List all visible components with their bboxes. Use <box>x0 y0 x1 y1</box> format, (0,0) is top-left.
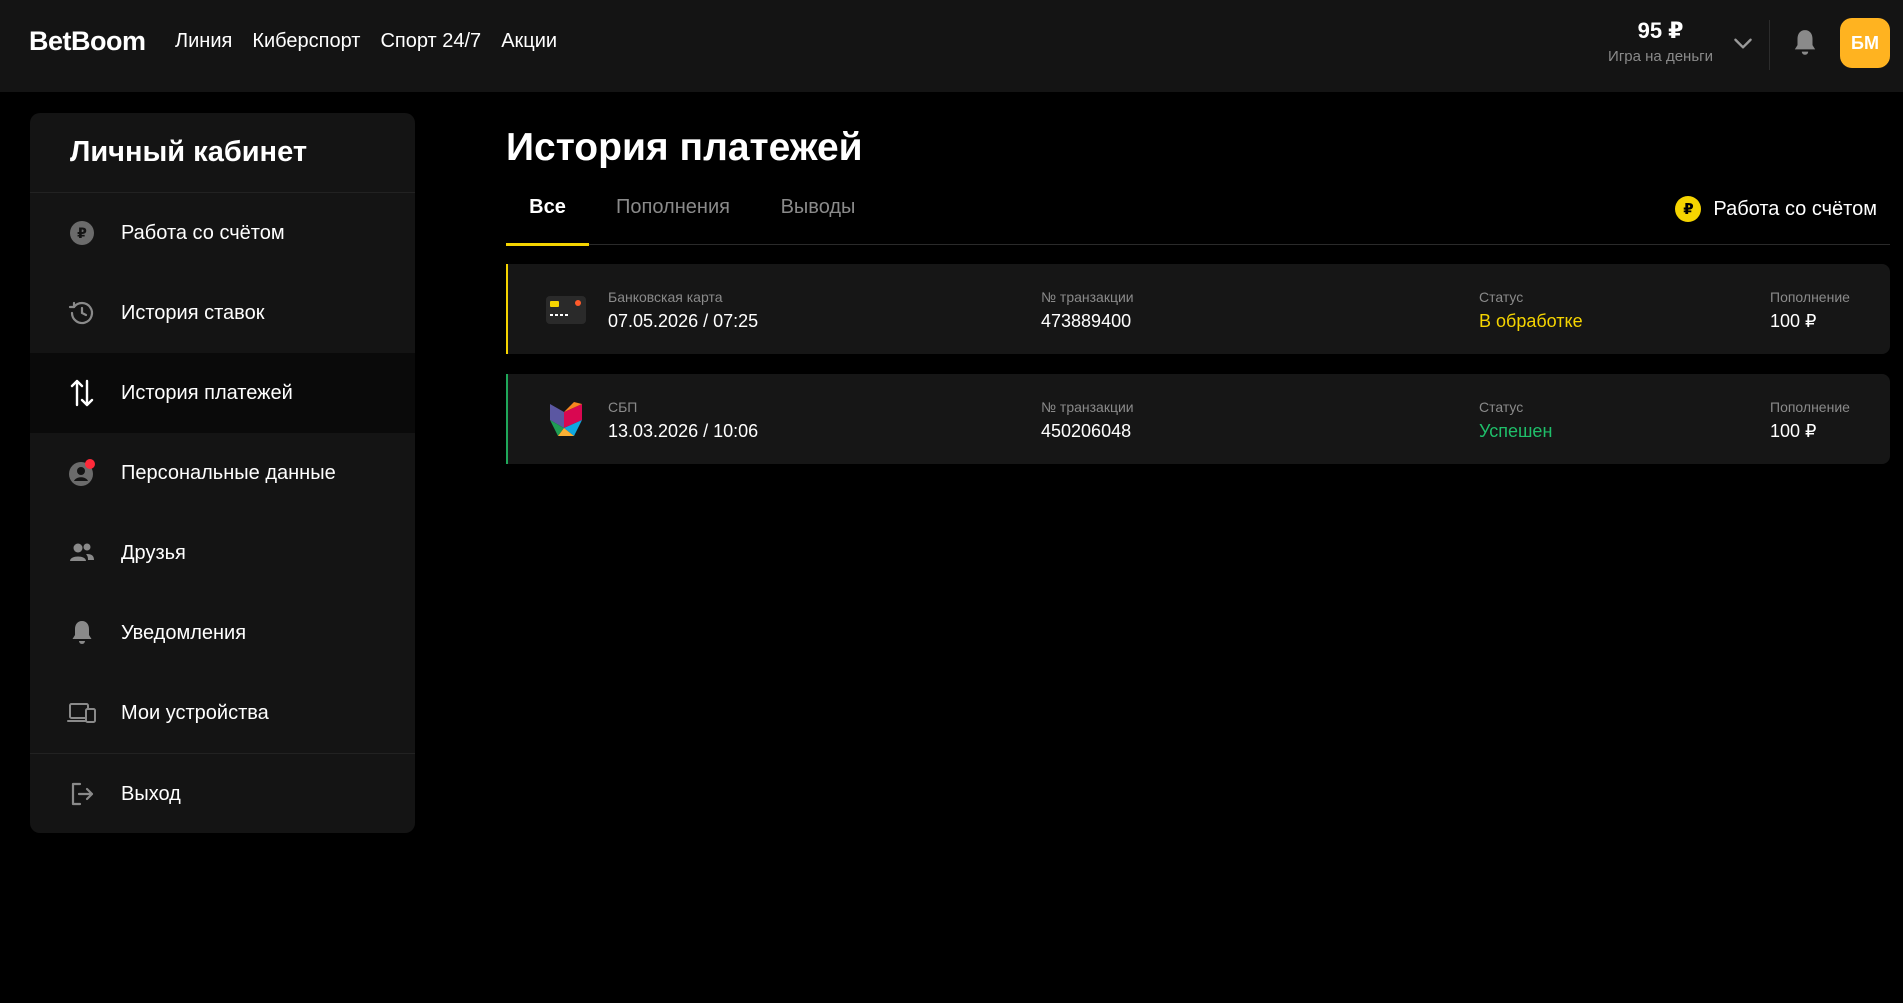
logout-icon <box>66 778 98 810</box>
transaction-row[interactable]: СБП 13.03.2026 / 10:06 № транзакции 4502… <box>506 374 1890 464</box>
sidebar-item-label: История ставок <box>121 301 265 324</box>
account-link-label: Работа со счётом <box>1713 197 1877 220</box>
tx-amount: 100 ₽ <box>1770 421 1817 441</box>
tx-status: Успешен <box>1479 421 1553 441</box>
sidebar-item-personal-data[interactable]: Персональные данные <box>30 433 415 513</box>
nav-esports[interactable]: Киберспорт <box>252 30 360 53</box>
tx-status-col: Статус В обработке <box>1479 289 1583 332</box>
notification-bell-icon[interactable] <box>1792 28 1818 58</box>
ruble-coin-icon: ₽ <box>1675 196 1702 222</box>
sidebar-item-label: Работа со счётом <box>121 221 285 244</box>
tx-number: 450206048 <box>1041 421 1132 441</box>
sidebar-item-label: История платежей <box>121 381 293 404</box>
tx-amount: 100 ₽ <box>1770 311 1817 331</box>
sidebar-item-friends[interactable]: Друзья <box>30 513 415 593</box>
sidebar-item-label: Выход <box>121 782 181 805</box>
sidebar-item-label: Мои устройства <box>121 701 269 724</box>
tx-number-label: № транзакции <box>1041 289 1134 305</box>
account-management-link[interactable]: ₽ Работа со счётом <box>1675 196 1877 222</box>
ruble-coin-icon: ₽ <box>66 217 98 249</box>
balance-amount: 95 ₽ <box>1637 18 1684 43</box>
tx-method: СБП <box>608 399 638 415</box>
tx-method-col: Банковская карта 07.05.2026 / 07:25 <box>608 289 758 332</box>
nav-line[interactable]: Линия <box>175 30 232 53</box>
tx-amount-col: Пополнение 100 ₽ <box>1770 399 1850 442</box>
tab-withdrawals[interactable]: Выводы <box>778 196 858 245</box>
transaction-row[interactable]: Банковская карта 07.05.2026 / 07:25 № тр… <box>506 264 1890 354</box>
tx-status-label: Статус <box>1479 289 1524 305</box>
transfer-arrows-icon <box>66 377 98 409</box>
tx-status-col: Статус Успешен <box>1479 399 1552 442</box>
friends-icon <box>66 537 98 569</box>
tx-method-col: СБП 13.03.2026 / 10:06 <box>608 399 758 442</box>
sidebar-item-label: Друзья <box>121 541 186 564</box>
sidebar-item-bet-history[interactable]: История ставок <box>30 273 415 353</box>
sidebar: Личный кабинет ₽ Работа со счётом Истори… <box>30 113 415 833</box>
tx-number: 473889400 <box>1041 311 1132 331</box>
tx-status: В обработке <box>1479 311 1583 331</box>
user-circle-icon <box>66 457 98 489</box>
tx-type-label: Пополнение <box>1770 289 1850 305</box>
svg-text:₽: ₽ <box>77 226 87 242</box>
nav-sport-247[interactable]: Спорт 24/7 <box>380 30 481 53</box>
tab-all[interactable]: Все <box>506 196 589 246</box>
sidebar-item-payment-history[interactable]: История платежей <box>30 353 415 433</box>
betboom-logo[interactable]: BetBoom <box>29 26 146 57</box>
payment-tabs: Все Пополнения Выводы ₽ Работа со счётом <box>506 196 1890 246</box>
tx-number-col: № транзакции 450206048 <box>1041 399 1134 442</box>
sidebar-item-account[interactable]: ₽ Работа со счётом <box>30 193 415 273</box>
balance-mode-label: Игра на деньги <box>1608 48 1713 65</box>
chevron-down-icon[interactable] <box>1730 30 1756 56</box>
bank-card-icon <box>546 296 586 324</box>
sidebar-item-devices[interactable]: Мои устройства <box>30 673 415 753</box>
bell-icon <box>66 617 98 649</box>
sidebar-item-label: Персональные данные <box>121 461 336 484</box>
top-header: BetBoom Линия Киберспорт Спорт 24/7 Акци… <box>0 0 1903 92</box>
sidebar-title: Личный кабинет <box>30 113 415 193</box>
devices-icon <box>66 697 98 729</box>
tx-datetime: 13.03.2026 / 10:06 <box>608 421 759 441</box>
tx-number-label: № транзакции <box>1041 399 1134 415</box>
nav-promotions[interactable]: Акции <box>501 30 557 53</box>
sidebar-item-notifications[interactable]: Уведомления <box>30 593 415 673</box>
history-icon <box>66 297 98 329</box>
user-avatar[interactable]: БМ <box>1840 18 1890 68</box>
tab-deposits[interactable]: Пополнения <box>614 196 732 245</box>
sidebar-item-logout[interactable]: Выход <box>30 754 415 833</box>
tx-amount-col: Пополнение 100 ₽ <box>1770 289 1850 332</box>
main-nav: Линия Киберспорт Спорт 24/7 Акции <box>175 30 557 53</box>
sidebar-item-label: Уведомления <box>121 621 247 644</box>
tx-status-label: Статус <box>1479 399 1524 415</box>
sbp-logo-icon <box>550 402 582 436</box>
page-title: История платежей <box>506 126 863 169</box>
header-divider <box>1769 20 1770 70</box>
tx-method: Банковская карта <box>608 289 723 305</box>
tx-type-label: Пополнение <box>1770 399 1850 415</box>
tx-number-col: № транзакции 473889400 <box>1041 289 1134 332</box>
balance-widget[interactable]: 95 ₽ Игра на деньги <box>1608 18 1713 65</box>
tx-datetime: 07.05.2026 / 07:25 <box>608 311 759 331</box>
